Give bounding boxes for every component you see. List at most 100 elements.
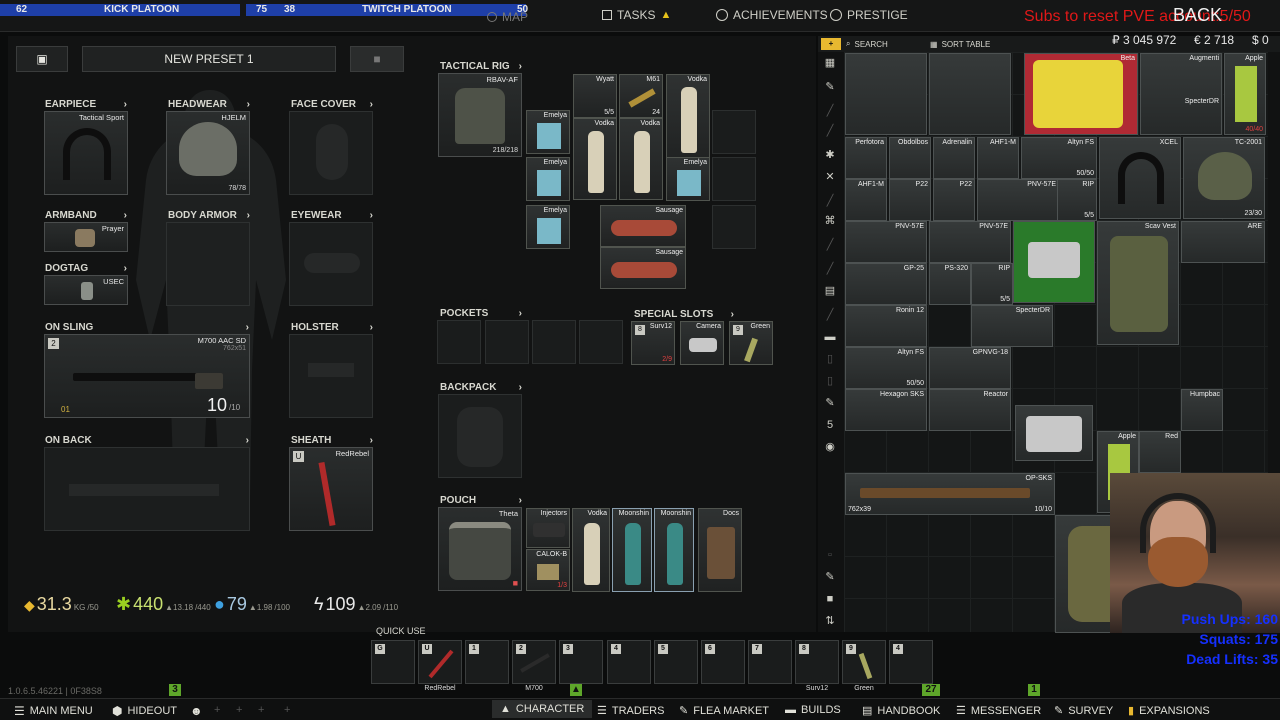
pouch-slot[interactable]: Theta ■ (438, 507, 522, 591)
stash-item-humpback[interactable]: Humpbac (1181, 389, 1223, 431)
quick-use-slot[interactable]: 7 (748, 640, 792, 684)
body-armor-slot[interactable] (166, 222, 250, 306)
messenger-tab[interactable]: ☰ MESSENGER (956, 704, 1041, 718)
special-slot-surv12[interactable]: 8 Surv12 2/9 (631, 321, 675, 365)
achievements-tab[interactable]: ACHIEVEMENTS (716, 8, 828, 22)
add-button-4[interactable]: + (284, 704, 290, 716)
quick-use-slot[interactable]: 5 (654, 640, 698, 684)
earpiece-slot[interactable]: Tactical Sport (44, 111, 128, 195)
stash-filter-mods-icon[interactable]: ╱ (822, 124, 838, 138)
eyewear-slot[interactable] (289, 222, 373, 306)
add-button-1[interactable]: + (214, 704, 220, 716)
stash-pin-icon[interactable]: ✎ (822, 570, 838, 584)
pouch-item-docs[interactable]: Docs (698, 508, 742, 592)
rig-item-emelya-4[interactable]: Emelya (526, 205, 570, 249)
handbook-tab[interactable]: ▤ HANDBOOK (862, 704, 940, 718)
rig-item-vodka-2[interactable]: Vodka (573, 118, 617, 200)
stash-item-hexagon-sks[interactable]: Hexagon SKS (845, 389, 927, 431)
stash-sort-icon[interactable]: ⇅ (822, 614, 838, 628)
pouch-item-calok-b[interactable]: CALOK-B 1/3 (526, 549, 570, 591)
quick-use-slot[interactable]: 1 (465, 640, 509, 684)
stash-filter-weapons-icon[interactable]: ✎ (822, 80, 838, 94)
expansions-tab[interactable]: ▮ EXPANSIONS (1128, 704, 1210, 718)
stash-item-specterdr[interactable]: SpecterDR (971, 305, 1053, 347)
rig-item-sausage-1[interactable]: Sausage (600, 205, 686, 247)
stash-filter-all-icon[interactable]: ▦ (822, 56, 838, 70)
quick-use-slot[interactable]: 3 (559, 640, 603, 684)
profile-button[interactable]: ☻ (190, 704, 203, 718)
rig-item-vodka-3[interactable]: Vodka (619, 118, 663, 200)
stash-search-button[interactable]: ⌕ SEARCH (846, 38, 924, 50)
quick-use-slot[interactable]: 9 (842, 640, 886, 684)
stash-filter-medical-icon[interactable]: ✱ (822, 148, 838, 162)
stash-item-op-sks[interactable]: OP-SKS 10/10 762x39 (845, 473, 1055, 515)
stash-item-tc2001[interactable]: TC-2001 23/30 (1183, 137, 1265, 219)
stash-expand-icon[interactable]: ▫ (822, 548, 838, 562)
flea-market-tab[interactable]: ✎ FLEA MARKET (679, 704, 769, 718)
quick-use-slot[interactable]: G (371, 640, 415, 684)
quick-use-slot[interactable]: 6 (701, 640, 745, 684)
stash-item-pnv57e-1[interactable]: PNV-57E (977, 179, 1059, 221)
stash-item-altyn-fs-2[interactable]: Altyn FS 50/50 (845, 347, 927, 389)
stash-filter-gear-icon[interactable]: ▬ (822, 330, 838, 344)
stash-filter-rigs-icon[interactable]: ▯ (822, 374, 838, 388)
on-sling-slot[interactable]: 2 M700 AAC SD 762x51 01 10 /10 (44, 334, 250, 418)
traders-tab[interactable]: ☰ TRADERS (597, 704, 664, 718)
stash-filter-check-icon[interactable]: ◉ (822, 440, 838, 454)
stash-item-grenade-case[interactable] (1015, 405, 1093, 461)
special-slot-green[interactable]: 9 Green (729, 321, 773, 365)
quick-use-slot[interactable]: 8 (795, 640, 839, 684)
stash-item-red[interactable]: Red (1139, 431, 1181, 473)
headwear-slot[interactable]: HJELM 78/78 (166, 111, 250, 195)
stash-item-pnv57e-3[interactable]: PNV-57E (929, 221, 1011, 263)
add-button-3[interactable]: + (258, 704, 264, 716)
rig-item-m61[interactable]: M61 24 (619, 74, 663, 118)
stash-filter-keys-icon[interactable]: ⌘ (822, 214, 838, 228)
add-button-2[interactable]: + (236, 704, 242, 716)
stash-item-gp25[interactable]: GP-25 (845, 263, 927, 305)
rig-item-emelya-2[interactable]: Emelya (526, 157, 570, 201)
tactical-rig-slot[interactable]: RBAV-AF 218/218 (438, 73, 522, 157)
rig-empty-slot[interactable] (712, 157, 756, 201)
holster-slot[interactable] (289, 334, 373, 418)
rig-item-sausage-2[interactable]: Sausage (600, 247, 686, 289)
armband-slot[interactable]: Prayer (44, 222, 128, 252)
stash-filter-tools-icon[interactable]: ✕ (822, 170, 838, 184)
stash-item-perfotoran[interactable]: Perfotora (845, 137, 887, 179)
pouch-item-injectors[interactable]: Injectors (526, 508, 570, 548)
stash-item-altyn-fs[interactable]: Altyn FS 50/50 (1021, 137, 1097, 179)
stash-filter-special-icon[interactable]: ╱ (822, 308, 838, 322)
rig-item-wyatt[interactable]: Wyatt 5/5 (573, 74, 617, 118)
stash-filter-barter-icon[interactable]: ╱ (822, 238, 838, 252)
builds-tab[interactable]: ▬ BUILDS (785, 704, 841, 716)
tasks-tab[interactable]: TASKS ▲ (602, 8, 671, 22)
preset-name-field[interactable]: NEW PRESET 1 (82, 46, 336, 72)
back-button[interactable]: BACK (1173, 5, 1222, 26)
quick-use-slot[interactable]: 4 (607, 640, 651, 684)
stash-lock-icon[interactable]: ■ (822, 592, 838, 606)
pocket-slot[interactable] (579, 320, 623, 364)
stash-item-p22-2[interactable]: P22 (933, 179, 975, 221)
stash-item-xcel[interactable]: XCEL (1099, 137, 1181, 219)
stash-filter-money-icon[interactable]: 5 (822, 418, 838, 432)
hideout-button[interactable]: ⬢ HIDEOUT (112, 704, 177, 718)
sort-table-button[interactable]: ▦ SORT TABLE (930, 38, 1010, 50)
rig-item-emelya-3[interactable]: Emelya (666, 157, 710, 201)
stash-item-ahf1m-2[interactable]: AHF1-M (845, 179, 887, 221)
save-preset-button[interactable]: ■ (350, 46, 404, 72)
survey-tab[interactable]: ✎ SURVEY (1054, 704, 1113, 718)
rig-item-vodka-1[interactable]: Vodka (666, 74, 710, 164)
on-back-slot[interactable] (44, 447, 250, 531)
stash-filter-containers-icon[interactable]: ╱ (822, 262, 838, 276)
stash-item-gpnvg18[interactable]: GPNVG-18 (929, 347, 1011, 389)
special-slot-camera[interactable]: Camera (680, 321, 724, 365)
stash-item-apple[interactable]: Apple 40/40 (1224, 53, 1266, 135)
rig-empty-slot[interactable] (712, 205, 756, 249)
backpack-slot[interactable] (438, 394, 522, 478)
main-menu-button[interactable]: ☰ MAIN MENU (14, 704, 93, 718)
stash-item-ronin12[interactable]: Ronin 12 (845, 305, 927, 347)
stash-item-obdolbos[interactable]: Obdolbos (889, 137, 931, 179)
stash-item-pnv57e-2[interactable]: PNV-57E (845, 221, 927, 263)
quick-use-slot[interactable]: 4 (889, 640, 933, 684)
stash-item-rip-1[interactable]: RIP 5/5 (1057, 179, 1097, 221)
